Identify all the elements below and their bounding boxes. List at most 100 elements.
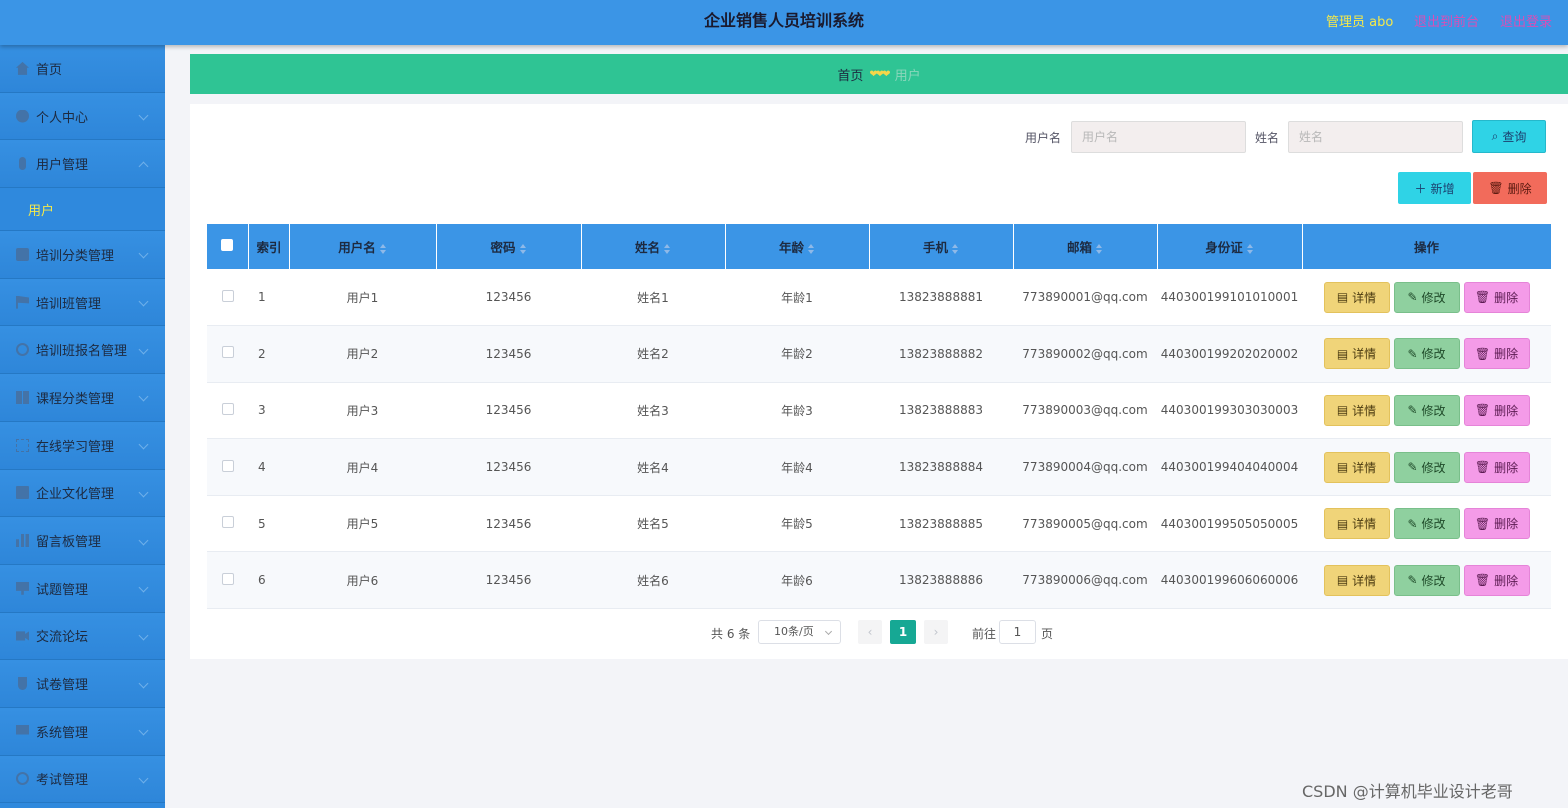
detail-button[interactable]: ▤ 详情 <box>1323 281 1390 313</box>
sidebar-item-online-learning[interactable]: 在线学习管理 <box>0 421 165 470</box>
breadcrumb-home[interactable]: 首页 <box>837 65 863 84</box>
pencil-icon: ✎ <box>1407 460 1418 475</box>
plus-icon: ＋ <box>1414 181 1427 196</box>
sidebar-item-class-registration[interactable]: 培训班报名管理 <box>0 326 165 375</box>
remove-button[interactable]: 🗑 删除 <box>1463 451 1530 483</box>
sort-icon[interactable] <box>1096 243 1103 254</box>
cell-name: 姓名5 <box>581 495 725 553</box>
detail-button[interactable]: ▤ 详情 <box>1323 338 1390 370</box>
cell-age: 年龄2 <box>725 325 869 383</box>
prev-page-button[interactable]: ‹ <box>858 620 882 644</box>
sidebar-item-questions[interactable]: 试题管理 <box>0 564 165 613</box>
sidebar-item-training-category[interactable]: 培训分类管理 <box>0 231 165 279</box>
column-header-age[interactable]: 年龄 <box>725 224 870 269</box>
batch-delete-button[interactable]: 🗑 删除 <box>1473 172 1547 204</box>
chevron-up-icon <box>138 161 149 172</box>
goto-page-input[interactable]: 1 <box>999 620 1036 644</box>
detail-button[interactable]: ▤ 详情 <box>1323 394 1390 426</box>
pencil-icon: ✎ <box>1407 290 1418 305</box>
row-checkbox[interactable] <box>221 459 234 472</box>
sidebar-item-training-class[interactable]: 培训班管理 <box>0 278 165 327</box>
edit-button[interactable]: ✎ 修改 <box>1393 564 1460 596</box>
next-page-button[interactable]: › <box>924 620 948 644</box>
column-header-username[interactable]: 用户名 <box>289 224 437 269</box>
row-checkbox[interactable] <box>221 516 234 529</box>
house-icon <box>16 61 29 75</box>
row-checkbox[interactable] <box>221 572 234 585</box>
column-header-name[interactable]: 姓名 <box>581 224 726 269</box>
sidebar-item-papers[interactable]: 试卷管理 <box>0 660 165 708</box>
sort-icon[interactable] <box>519 243 527 254</box>
page-number-active[interactable]: 1 <box>890 620 916 644</box>
column-header-phone[interactable]: 手机 <box>869 224 1014 269</box>
chevron-right-icon: › <box>933 625 939 639</box>
sort-icon[interactable] <box>379 243 387 254</box>
chevron-down-icon <box>824 627 833 636</box>
detail-button[interactable]: ▤ 详情 <box>1323 451 1390 483</box>
remove-button[interactable]: 🗑 删除 <box>1463 338 1530 370</box>
detail-button[interactable]: ▤ 详情 <box>1323 564 1390 596</box>
trash-icon: 🗑 <box>1474 516 1491 531</box>
edit-button[interactable]: ✎ 修改 <box>1393 394 1460 426</box>
table-header-row: 索引 用户名 密码 姓名 年龄 手机 邮箱 身份证 操作 <box>207 224 1552 269</box>
clipboard-icon <box>16 486 29 500</box>
frame-icon <box>16 438 29 452</box>
row-checkbox[interactable] <box>221 289 234 302</box>
select-all-checkbox[interactable] <box>221 239 234 251</box>
row-checkbox[interactable] <box>221 346 234 359</box>
row-checkbox[interactable] <box>221 402 234 415</box>
sidebar-item-system[interactable]: 系统管理 <box>0 707 165 756</box>
table-row: 1 用户1 123456 姓名1 年龄1 13823888881 773890001@qq.… <box>207 269 1551 327</box>
chevron-down-icon <box>138 582 149 593</box>
column-header-password[interactable]: 密码 <box>436 224 582 269</box>
username-search-label: 用户名 <box>1025 131 1062 145</box>
edit-button[interactable]: ✎ 修改 <box>1393 281 1460 313</box>
back-to-front-link[interactable]: 退出到前台 <box>1414 11 1479 30</box>
sidebar-item-exams[interactable]: 考试管理 <box>0 755 165 804</box>
sidebar-item-course-category[interactable]: 课程分类管理 <box>0 374 165 422</box>
add-button[interactable]: ＋新增 <box>1398 172 1471 204</box>
doc-icon: ▤ <box>1336 403 1349 418</box>
doc-icon: ▤ <box>1336 573 1349 588</box>
username-search-input[interactable] <box>1071 121 1246 153</box>
chevron-down-icon <box>138 630 149 641</box>
sort-icon[interactable] <box>664 243 671 254</box>
sidebar-item-user-management[interactable]: 用户管理 <box>0 140 165 189</box>
edit-button[interactable]: ✎ 修改 <box>1393 508 1460 540</box>
column-header-id-card[interactable]: 身份证 <box>1157 224 1303 269</box>
query-button[interactable]: ⌕ 查询 <box>1472 120 1546 153</box>
sort-icon[interactable] <box>952 243 959 254</box>
edit-button[interactable]: ✎ 修改 <box>1393 338 1460 370</box>
logout-link[interactable]: 退出登录 <box>1500 11 1552 30</box>
page-unit-label: 页 <box>1041 627 1054 641</box>
sidebar-item-home[interactable]: 首页 <box>0 45 165 93</box>
cell-email: 773890004@qq.com <box>1013 438 1157 496</box>
column-header-email[interactable]: 邮箱 <box>1013 224 1158 269</box>
remove-button[interactable]: 🗑 删除 <box>1463 564 1530 596</box>
cell-id-card: 440300199303030003 <box>1157 382 1302 440</box>
cell-password: 123456 <box>436 551 581 610</box>
cell-phone: 13823888884 <box>869 438 1013 496</box>
cell-index: 2 <box>248 325 289 383</box>
remove-button[interactable]: 🗑 删除 <box>1463 508 1530 540</box>
cell-username: 用户6 <box>289 551 436 610</box>
sidebar-item-corporate-culture[interactable]: 企业文化管理 <box>0 469 165 518</box>
remove-button[interactable]: 🗑 删除 <box>1463 281 1530 313</box>
pencil-icon: ✎ <box>1407 573 1418 588</box>
sidebar-subitem-users[interactable]: 用户 <box>0 188 165 232</box>
bag-icon <box>16 247 29 261</box>
row-checkbox-cell <box>207 269 248 327</box>
detail-button[interactable]: ▤ 详情 <box>1323 508 1390 540</box>
cell-name: 姓名3 <box>581 382 725 440</box>
sidebar-item-forum[interactable]: 交流论坛 <box>0 612 165 661</box>
sidebar-item-profile[interactable]: 个人中心 <box>0 92 165 141</box>
sort-icon[interactable] <box>808 243 815 254</box>
page-size-select[interactable]: 10条/页 <box>758 620 841 644</box>
edit-button[interactable]: ✎ 修改 <box>1393 451 1460 483</box>
name-search-input[interactable] <box>1288 121 1463 153</box>
column-header-index: 索引 <box>248 224 290 269</box>
remove-button[interactable]: 🗑 删除 <box>1463 394 1530 426</box>
sidebar-item-message-board[interactable]: 留言板管理 <box>0 517 165 565</box>
cell-actions: ▤ 详情 ✎ 修改 🗑 删除 <box>1302 382 1551 440</box>
sort-icon[interactable] <box>1246 243 1254 254</box>
